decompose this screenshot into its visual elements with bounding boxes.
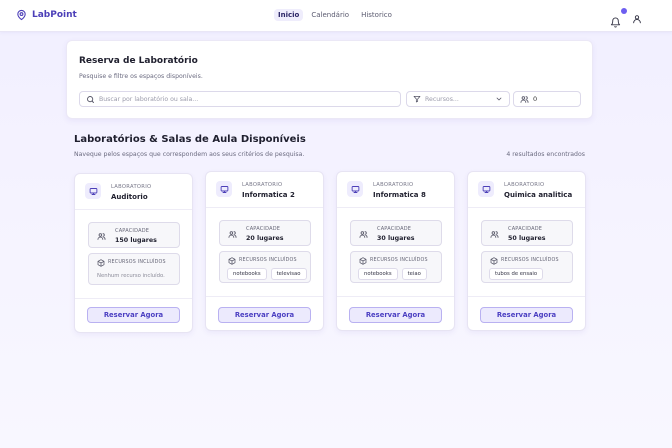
user-icon — [633, 15, 641, 24]
lab-card: LABORATORIO Quimica analitica CAPACIDADE… — [467, 171, 586, 331]
lab-card-footer: Reservar Agora — [468, 296, 585, 331]
capacity-field[interactable]: 0 — [513, 91, 581, 107]
results-title: Laboratórios & Salas de Aula Disponíveis — [74, 134, 306, 145]
notification-dot — [621, 7, 627, 14]
monitor-icon — [482, 185, 490, 193]
nav-link-historico[interactable]: Historico — [357, 9, 396, 21]
capacity-value: 30 lugares — [377, 235, 415, 242]
capacity-value: 20 lugares — [246, 235, 284, 242]
lab-type-icon-wrap — [347, 181, 363, 197]
nav-link-inicio[interactable]: Inicio — [274, 9, 304, 21]
results-count: 4 resultados encontrados — [506, 151, 585, 158]
lab-card: LABORATORIO Auditorio CAPACIDADE 150 lug… — [74, 173, 193, 333]
lab-card-header: LABORATORIO Auditorio — [75, 174, 192, 210]
lab-card-footer: Reservar Agora — [206, 296, 323, 331]
lab-type-icon-wrap — [478, 181, 494, 197]
brand-name: LabPoint — [32, 10, 77, 20]
resources-box: RECURSOS INCLUÍDOS notebooks teiao — [350, 251, 442, 283]
capacity-label: CAPACIDADE — [115, 228, 150, 234]
bell-icon — [610, 17, 621, 28]
search-input[interactable] — [99, 95, 379, 103]
resources-label: RECURSOS INCLUÍDOS — [501, 258, 559, 263]
resources-select[interactable]: Recursos... — [406, 91, 510, 107]
lab-card: LABORATORIO Informatica 2 CAPACIDADE 20 … — [205, 171, 324, 331]
resources-box: RECURSOS INCLUÍDOS tubos de ensaio — [481, 251, 573, 283]
reserve-button[interactable]: Reservar Agora — [349, 307, 442, 323]
monitor-icon — [351, 185, 359, 193]
lab-kind: LABORATORIO — [111, 184, 152, 190]
capacity-value: 150 lugares — [115, 237, 157, 244]
main-nav: Inicio Calendário Historico — [274, 9, 396, 21]
capacity-box: CAPACIDADE 30 lugares — [350, 220, 442, 246]
resource-chip: televisao — [270, 268, 307, 280]
lab-kind: LABORATORIO — [242, 182, 283, 188]
lab-card-header: LABORATORIO Informatica 2 — [206, 172, 323, 208]
search-icon — [87, 95, 94, 103]
package-icon — [490, 257, 498, 265]
resource-chip: teiao — [401, 268, 427, 280]
nav-actions — [610, 7, 642, 28]
resources-box: RECURSOS INCLUÍDOS notebooks televisao — [219, 251, 311, 283]
reserve-button[interactable]: Reservar Agora — [218, 307, 311, 323]
panel-title: Reserva de Laboratório — [79, 56, 198, 66]
capacity-label: CAPACIDADE — [508, 226, 543, 232]
lab-card-footer: Reservar Agora — [75, 298, 192, 333]
resources-placeholder: Recursos... — [425, 95, 459, 103]
package-icon — [359, 257, 367, 265]
capacity-label: CAPACIDADE — [246, 226, 281, 232]
resource-chips: notebooks teiao — [358, 268, 427, 280]
reservation-search-panel: Reserva de Laboratório Pesquise e filtre… — [66, 40, 593, 119]
lab-type-icon-wrap — [216, 181, 232, 197]
resource-chips: tubos de ensaio — [489, 268, 544, 280]
search-field[interactable] — [79, 91, 401, 107]
monitor-icon — [220, 185, 228, 193]
resources-label: RECURSOS INCLUÍDOS — [108, 260, 166, 265]
panel-subtitle: Pesquise e filtre os espaços disponíveis… — [79, 73, 203, 80]
lab-card: LABORATORIO Informatica 8 CAPACIDADE 30 … — [336, 171, 455, 331]
resources-box: RECURSOS INCLUÍDOS Nenhum recurso incluí… — [88, 253, 180, 285]
users-icon — [520, 95, 529, 103]
lab-name: Informatica 8 — [373, 191, 426, 199]
lab-kind: LABORATORIO — [373, 182, 414, 188]
reserve-button[interactable]: Reservar Agora — [480, 307, 573, 323]
profile-button[interactable] — [632, 9, 642, 28]
lab-name: Informatica 2 — [242, 191, 295, 199]
lab-card-header: LABORATORIO Informatica 8 — [337, 172, 454, 208]
capacity-box: CAPACIDADE 20 lugares — [219, 220, 311, 246]
no-resources-text: Nenhum recurso incluído. — [97, 273, 165, 279]
results-subtitle: Naveque pelos espaços que correspondem a… — [74, 151, 305, 158]
reserve-button[interactable]: Reservar Agora — [87, 307, 180, 323]
capacity-box: CAPACIDADE 150 lugares — [88, 222, 180, 248]
lab-kind: LABORATORIO — [504, 182, 545, 188]
package-icon — [97, 259, 105, 267]
lab-type-icon-wrap — [85, 183, 101, 199]
nav-link-calendario[interactable]: Calendário — [307, 9, 353, 21]
users-icon — [228, 231, 237, 238]
capacity-label: CAPACIDADE — [377, 226, 412, 232]
filter-icon — [413, 95, 421, 103]
resource-chip: tubos de ensaio — [489, 268, 544, 280]
lab-card-footer: Reservar Agora — [337, 296, 454, 331]
resource-chip: notebooks — [358, 268, 398, 280]
capacity-value: 0 — [533, 95, 538, 103]
resource-chips: notebooks televisao — [227, 268, 307, 280]
users-icon — [97, 233, 106, 240]
chevron-down-icon — [496, 97, 502, 101]
notifications-button[interactable] — [610, 7, 627, 28]
capacity-box: CAPACIDADE 50 lugares — [481, 220, 573, 246]
lab-name: Auditorio — [111, 193, 148, 201]
top-navbar: LabPoint Inicio Calendário Historico — [0, 0, 672, 32]
package-icon — [228, 257, 236, 265]
users-icon — [359, 231, 368, 238]
resources-label: RECURSOS INCLUÍDOS — [239, 258, 297, 263]
resource-chip: notebooks — [227, 268, 267, 280]
resources-label: RECURSOS INCLUÍDOS — [370, 258, 428, 263]
brand-logo[interactable]: LabPoint — [16, 9, 77, 21]
capacity-value: 50 lugares — [508, 235, 546, 242]
users-icon — [490, 231, 499, 238]
lab-card-header: LABORATORIO Quimica analitica — [468, 172, 585, 208]
monitor-icon — [89, 187, 97, 195]
map-pin-icon — [17, 9, 26, 21]
lab-name: Quimica analitica — [504, 191, 573, 199]
